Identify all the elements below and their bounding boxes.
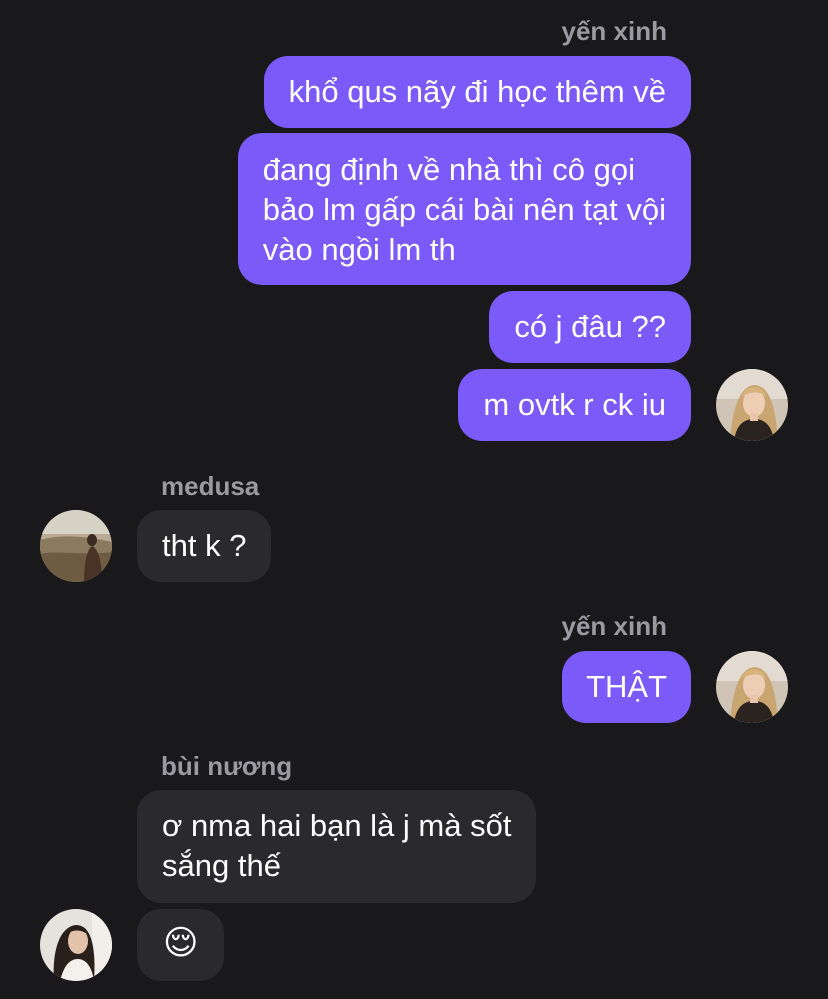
- avatar-photo-blonde-woman-icon: [716, 369, 788, 441]
- sender-name-medusa: medusa: [161, 471, 260, 501]
- avatar-photo-blonde-woman-icon: [716, 651, 788, 723]
- message-text-line: sắng thế: [162, 848, 281, 883]
- avatar-photo-dark-hair-woman-icon: [40, 909, 112, 981]
- message-text-line: ơ nma hai bạn là j mà sốt: [162, 808, 512, 843]
- avatar-medusa[interactable]: [40, 510, 112, 582]
- message-bubble-outgoing[interactable]: có j đâu ??: [489, 291, 691, 363]
- avatar-yen-xinh[interactable]: [716, 651, 788, 723]
- message-text: có j đâu ??: [514, 309, 666, 344]
- message-text: khổ qus nãy đi học thêm về: [288, 74, 666, 109]
- sender-name-yen-xinh: yến xinh: [561, 16, 667, 46]
- message-bubble-incoming[interactable]: ơ nma hai bạn là j mà sốt sắng thế: [137, 790, 537, 903]
- sender-name-yen-xinh: yến xinh: [561, 611, 667, 641]
- message-text-line: đang định về nhà thì cô gọi: [262, 152, 636, 187]
- message-bubble-outgoing[interactable]: đang định về nhà thì cô gọi bảo lm gấp c…: [237, 133, 691, 285]
- relieved-face-emoji: 😌: [163, 923, 199, 963]
- message-text: tht k ?: [162, 528, 247, 563]
- message-bubble-outgoing[interactable]: m ovtk r ck iu: [458, 369, 691, 441]
- sender-name-bui-nuong: bùi nương: [161, 751, 293, 781]
- message-text-line: vào ngồi lm th: [262, 232, 456, 267]
- message-bubble-incoming-emoji[interactable]: 😌: [137, 909, 225, 981]
- avatar-yen-xinh[interactable]: [716, 369, 788, 441]
- message-bubble-incoming[interactable]: tht k ?: [137, 510, 272, 582]
- message-text: m ovtk r ck iu: [483, 387, 666, 422]
- message-text: THẬT: [586, 669, 667, 704]
- message-text-line: bảo lm gấp cái bài nên tạt vội: [262, 192, 666, 227]
- message-bubble-outgoing[interactable]: khổ qus nãy đi học thêm về: [263, 56, 691, 128]
- avatar-bui-nuong[interactable]: [40, 909, 112, 981]
- message-bubble-outgoing[interactable]: THẬT: [562, 651, 691, 723]
- avatar-photo-person-outdoors-icon: [40, 510, 112, 582]
